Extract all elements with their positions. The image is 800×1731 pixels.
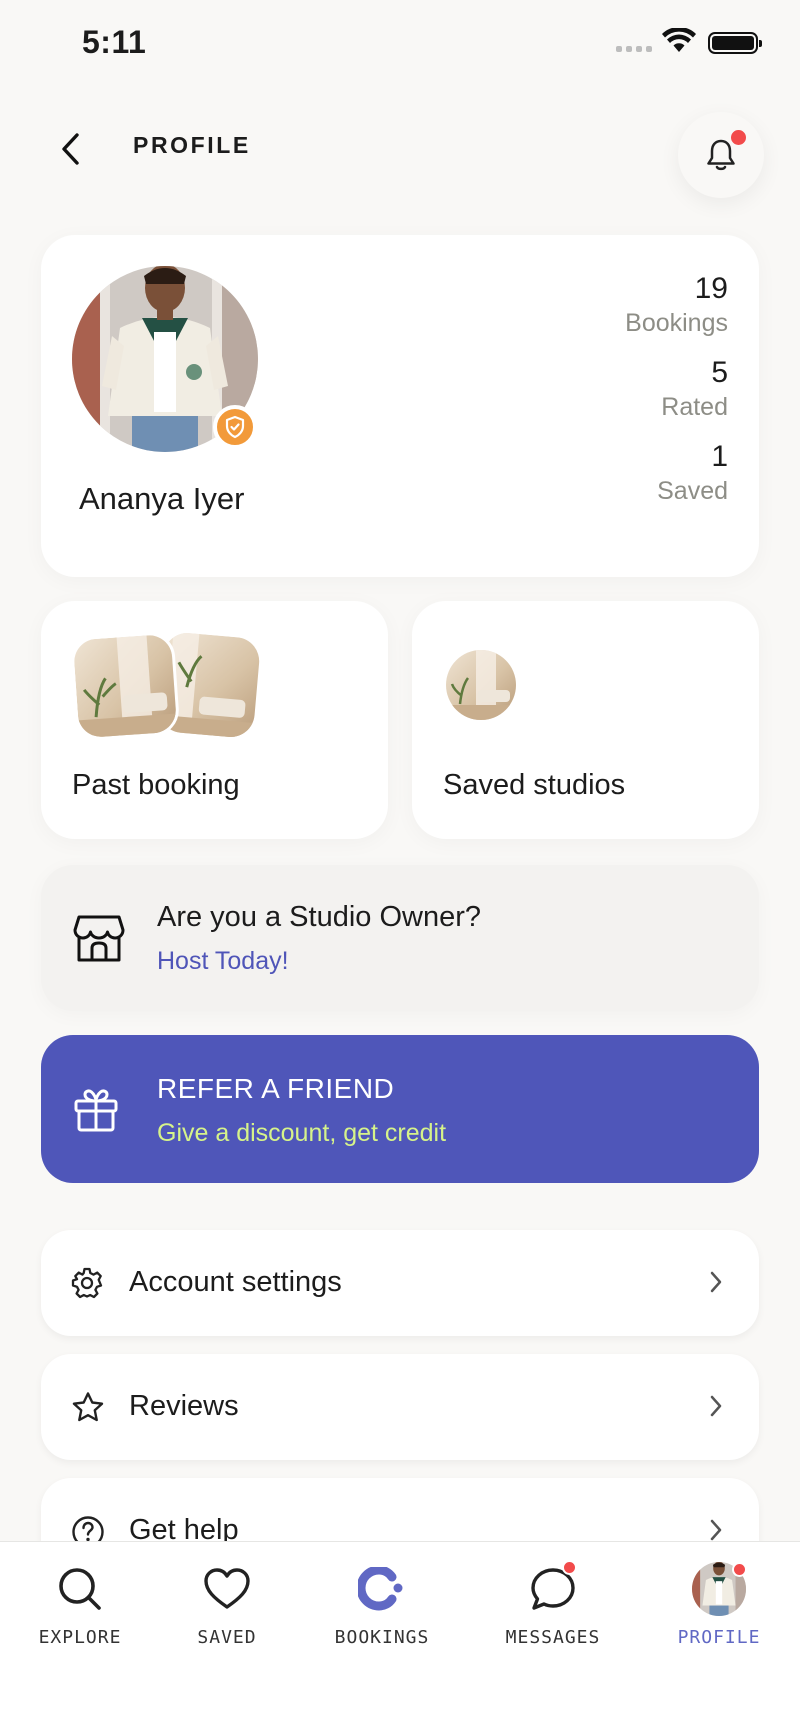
chevron-right-icon bbox=[710, 1519, 722, 1541]
back-button[interactable] bbox=[50, 124, 90, 174]
stat-value: 1 bbox=[711, 440, 728, 473]
stat-value: 5 bbox=[711, 356, 728, 389]
chevron-right-icon bbox=[710, 1395, 722, 1417]
stat-label: Saved bbox=[657, 477, 728, 505]
gear-icon bbox=[71, 1267, 103, 1299]
status-bar: 5:11 bbox=[0, 0, 800, 90]
stat-label: Bookings bbox=[625, 309, 728, 337]
tile-label: Saved studios bbox=[443, 769, 626, 801]
profile-name: Ananya Iyer bbox=[79, 481, 245, 516]
bookings-logo-icon bbox=[358, 1567, 403, 1611]
header: PROFILE bbox=[0, 100, 800, 210]
tile-label: Past booking bbox=[72, 769, 240, 801]
nav-label: EXPLORE bbox=[38, 1627, 122, 1648]
page-title: PROFILE bbox=[133, 132, 251, 158]
nav-messages[interactable]: MESSAGES bbox=[483, 1560, 623, 1648]
menu-item-account-settings[interactable]: Account settings bbox=[41, 1230, 759, 1336]
messages-badge bbox=[562, 1560, 577, 1575]
chevron-left-icon bbox=[62, 133, 79, 165]
bottom-nav: EXPLORE SAVED BOOKINGS MESSAGES PROFILE bbox=[0, 1541, 800, 1731]
studio-thumbnail bbox=[69, 630, 181, 742]
star-icon bbox=[72, 1392, 104, 1422]
menu-item-label: Reviews bbox=[129, 1390, 239, 1422]
gift-icon bbox=[74, 1089, 118, 1132]
stat-label: Rated bbox=[661, 393, 728, 421]
verified-shield-icon bbox=[213, 405, 257, 449]
stat-bookings[interactable]: 19 Bookings bbox=[625, 271, 728, 339]
studio-owner-banner[interactable]: Are you a Studio Owner? Host Today! bbox=[41, 865, 759, 1011]
nav-bookings[interactable]: BOOKINGS bbox=[312, 1564, 452, 1648]
heart-icon bbox=[204, 1568, 250, 1609]
nav-label: SAVED bbox=[197, 1627, 257, 1648]
bell-icon bbox=[707, 139, 735, 171]
battery-icon bbox=[708, 32, 762, 54]
nav-label: BOOKINGS bbox=[334, 1627, 430, 1648]
menu-item-reviews[interactable]: Reviews bbox=[41, 1354, 759, 1460]
chevron-right-icon bbox=[710, 1271, 722, 1293]
stat-value: 19 bbox=[694, 272, 728, 305]
host-today-link[interactable]: Host Today! bbox=[157, 947, 289, 976]
nav-saved[interactable]: SAVED bbox=[157, 1564, 297, 1648]
refer-banner-subtitle: Give a discount, get credit bbox=[157, 1119, 447, 1147]
notifications-button[interactable] bbox=[678, 112, 764, 198]
menu-item-label: Account settings bbox=[129, 1266, 342, 1298]
profile-stats: 19 Bookings 5 Rated 1 Saved bbox=[625, 271, 728, 523]
wifi-icon bbox=[662, 28, 696, 52]
notification-badge bbox=[731, 130, 746, 145]
owner-banner-title: Are you a Studio Owner? bbox=[157, 901, 482, 933]
nav-label: MESSAGES bbox=[505, 1627, 601, 1648]
studio-thumbnail bbox=[446, 650, 516, 720]
cellular-signal-icon bbox=[616, 46, 652, 52]
stat-rated[interactable]: 5 Rated bbox=[625, 355, 728, 423]
refer-friend-banner[interactable]: REFER A FRIEND Give a discount, get cred… bbox=[41, 1035, 759, 1183]
saved-studios-tile[interactable]: Saved studios bbox=[412, 601, 759, 839]
refer-banner-title: REFER A FRIEND bbox=[157, 1073, 395, 1104]
stat-saved[interactable]: 1 Saved bbox=[625, 439, 728, 507]
past-booking-tile[interactable]: Past booking bbox=[41, 601, 388, 839]
profile-badge bbox=[732, 1562, 747, 1577]
profile-card: Ananya Iyer 19 Bookings 5 Rated 1 Saved bbox=[41, 235, 759, 577]
nav-explore[interactable]: EXPLORE bbox=[10, 1564, 150, 1648]
nav-profile[interactable]: PROFILE bbox=[649, 1562, 789, 1648]
storefront-icon bbox=[73, 915, 125, 962]
status-time: 5:11 bbox=[82, 24, 147, 60]
search-icon bbox=[59, 1568, 101, 1610]
nav-label: PROFILE bbox=[677, 1627, 761, 1648]
